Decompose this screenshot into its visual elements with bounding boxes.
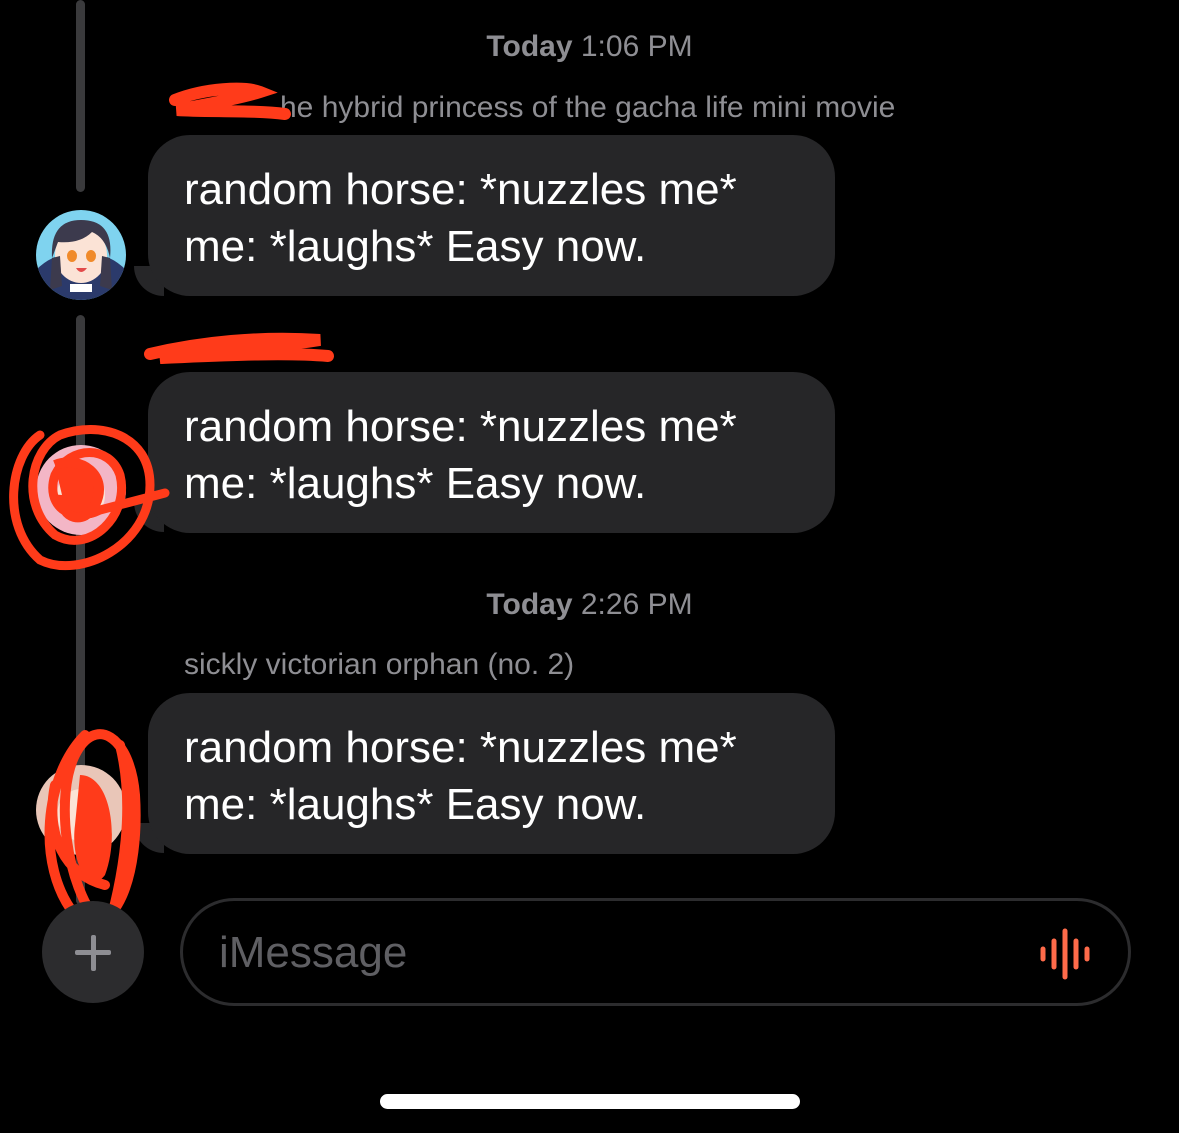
- timestamp: Today 2:26 PM: [0, 588, 1179, 622]
- redaction-scribble: [9, 424, 170, 571]
- anime-avatar-image: [36, 210, 126, 300]
- timestamp-time: 1:06 PM: [580, 30, 693, 63]
- avatar[interactable]: [36, 210, 126, 300]
- message-bubble[interactable]: random horse: *nuzzles me* me: *laughs* …: [148, 135, 835, 296]
- message-text: me: *laughs* Easy now.: [184, 780, 647, 829]
- redaction-scribble: [144, 332, 334, 364]
- timestamp-time: 2:26 PM: [580, 588, 693, 621]
- message-text: random horse: *nuzzles me*: [184, 402, 737, 451]
- thread-line: [76, 0, 85, 192]
- message-text: me: *laughs* Easy now.: [184, 222, 647, 271]
- message-text: random horse: *nuzzles me*: [184, 723, 737, 772]
- message-bubble[interactable]: random horse: *nuzzles me* me: *laughs* …: [148, 693, 835, 854]
- sender-name: sickly victorian orphan (no. 2): [184, 648, 575, 681]
- message-bubble[interactable]: random horse: *nuzzles me* me: *laughs* …: [148, 372, 835, 533]
- waveform-icon[interactable]: [1039, 927, 1095, 981]
- timestamp: Today 1:06 PM: [0, 30, 1179, 64]
- message-text: me: *laughs* Easy now.: [184, 459, 647, 508]
- home-indicator[interactable]: [380, 1094, 800, 1109]
- redaction-scribble: [169, 82, 291, 120]
- sender-name: he hybrid princess of the gacha life min…: [280, 91, 896, 124]
- message-input[interactable]: [219, 925, 1019, 981]
- add-button[interactable]: plus-icon: [42, 901, 144, 1003]
- message-input-container[interactable]: [180, 898, 1131, 1006]
- timestamp-day: Today: [486, 588, 573, 621]
- timestamp-day: Today: [486, 30, 573, 63]
- message-text: random horse: *nuzzles me*: [184, 165, 737, 214]
